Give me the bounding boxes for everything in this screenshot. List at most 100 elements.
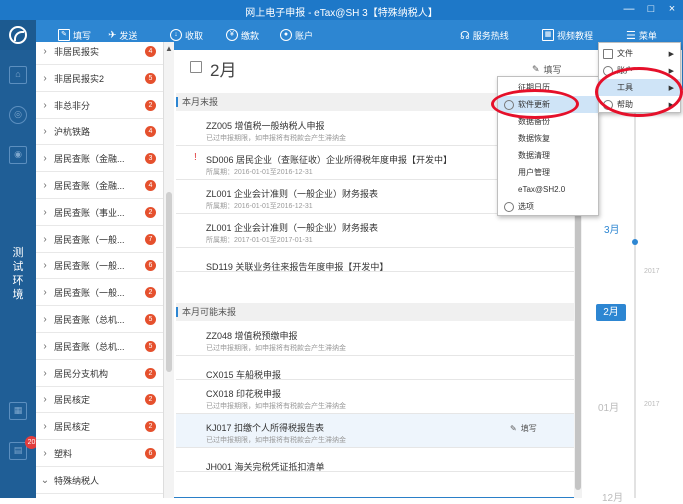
message-icon[interactable]: ▤ <box>9 442 27 460</box>
hamburger-icon: ☰ <box>626 29 636 42</box>
chevron-down-icon: ⌄ <box>40 474 50 486</box>
chevron-right-icon: › <box>43 46 47 57</box>
pay-button[interactable]: ¥ 缴款 <box>226 28 259 42</box>
sidebar-item[interactable]: › 塑料 6 <box>36 441 163 467</box>
maximize-button[interactable]: □ <box>644 3 658 15</box>
timeline-month[interactable]: 01月 <box>598 399 619 414</box>
sidebar-scrollbar[interactable]: ▲ <box>164 42 174 498</box>
declaration-row[interactable]: JH001 海关完税凭证抵扣清单 <box>176 448 574 472</box>
scroll-up-icon[interactable]: ▲ <box>165 44 173 53</box>
hotline-label: 服务热线 <box>472 30 509 41</box>
account-label: 账户 <box>295 30 314 41</box>
declaration-row[interactable]: ZL001 企业会计准则（一般企业）财务报表 所属期：2017-01-01至201… <box>176 214 574 248</box>
declaration-subtitle: 所属期：2017-01-01至2017-01-31 <box>206 237 313 244</box>
chevron-right-icon: › <box>43 340 47 352</box>
sidebar-item[interactable]: › 非居民报实2 5 <box>36 66 163 92</box>
tools-menu-label: 用户管理 <box>518 168 550 177</box>
declaration-title: ZZ005 增值税一般纳税人申报 <box>206 121 325 131</box>
camera-icon[interactable]: ◉ <box>9 146 27 164</box>
chevron-right-icon: › <box>43 233 47 245</box>
timeline-year: 2017 <box>644 401 660 408</box>
timeline-month[interactable]: 12月 <box>602 489 623 504</box>
receive-button[interactable]: ↓ 收取 <box>170 28 203 42</box>
sidebar-item-label: 非居民报实2 <box>54 73 105 84</box>
sidebar-item[interactable]: › 居民查账（总机... 5 <box>36 334 163 360</box>
gear-icon <box>504 201 514 212</box>
sidebar-item[interactable]: › 沪杭铁路 4 <box>36 119 163 146</box>
sidebar-item[interactable]: ⌄ 特殊纳税人 <box>36 468 163 494</box>
declaration-row[interactable]: SD119 关联业务往来报告年度申报【开发中】 <box>176 248 574 272</box>
grid-icon[interactable]: ▦ <box>9 402 27 420</box>
count-badge: 7 <box>145 233 156 245</box>
menu-button[interactable]: ☰ 菜单 <box>626 28 657 42</box>
calendar-icon <box>190 61 202 73</box>
tools-menu-label: 选项 <box>518 202 534 211</box>
sidebar-item-label: 沪杭铁路 <box>54 127 91 138</box>
sidebar-item[interactable]: › 居民查账（总机... 5 <box>36 307 163 333</box>
video-button[interactable]: ▦ 视频教程 <box>542 28 593 42</box>
tools-menu-item[interactable]: 选项 <box>498 198 598 215</box>
header-fill-button[interactable]: ✎ 填写 <box>532 63 562 76</box>
edit-icon: ✎ <box>58 29 70 41</box>
count-badge: 4 <box>145 180 156 191</box>
timeline-line <box>634 110 636 498</box>
tools-menu-label: eTax@SH2.0 <box>518 185 566 194</box>
main-menu-label: 文件 <box>617 49 633 58</box>
sidebar-item[interactable]: › 非总非分 2 <box>36 93 163 119</box>
send-label: 发送 <box>119 30 138 41</box>
sidebar-item-label: 居民查账（金融... <box>54 181 125 191</box>
close-button[interactable]: × <box>665 3 679 15</box>
tools-menu-item[interactable]: 数据清理 <box>498 147 598 164</box>
user-icon: ● <box>280 29 292 41</box>
declaration-row[interactable]: KJ017 扣缴个人所得税报告表 已过申报期限，如申报将有税款会产生滞纳金 ✎ 填写 <box>176 414 574 448</box>
tools-menu-item[interactable]: eTax@SH2.0 <box>498 181 598 198</box>
sidebar-item[interactable]: › 居民查账（金融... 3 <box>36 146 163 173</box>
account-button[interactable]: ● 账户 <box>280 28 313 42</box>
sidebar-item-label: 居民查账（一般... <box>54 288 125 299</box>
compass-icon[interactable]: ◎ <box>9 106 27 124</box>
sidebar-item[interactable]: › 非居民报实 4 <box>36 42 163 65</box>
count-badge: 4 <box>145 126 156 138</box>
count-badge: 2 <box>145 206 156 218</box>
declaration-row[interactable]: CX018 印花税申报 已过申报期限，如申报将有税款会产生滞纳金 <box>176 380 574 414</box>
sidebar-item[interactable]: › 居民核定 2 <box>36 387 163 414</box>
menu-label: 菜单 <box>638 30 657 41</box>
bank-icon[interactable]: ⌂ <box>9 66 27 84</box>
film-icon: ▦ <box>542 29 554 41</box>
sidebar-item[interactable]: › 居民分支机构 2 <box>36 361 163 387</box>
sidebar-item[interactable]: › 居民核定 2 <box>36 414 163 441</box>
sidebar-item[interactable]: › 居民查账（事业... 2 <box>36 200 163 226</box>
download-icon: ↓ <box>170 29 182 41</box>
declaration-row[interactable]: CX015 车船税申报 <box>176 356 574 380</box>
tools-menu-item[interactable]: 用户管理 <box>498 164 598 181</box>
declaration-subtitle: 已过申报期限，如申报将有税款会产生滞纳金 <box>206 345 346 352</box>
sidebar-item-label: 居民查账（事业... <box>54 207 125 218</box>
sidebar-item-label: 居民核定 <box>54 422 91 433</box>
tools-menu-item[interactable]: 数据恢复 <box>498 130 598 147</box>
chevron-right-icon: › <box>43 99 47 111</box>
window-title: 网上电子申报 - eTax@SH 3【特殊纳税人】 <box>245 8 438 19</box>
fill-button[interactable]: ✎ 填写 <box>58 28 91 42</box>
row-fill-button[interactable]: ✎ 填写 <box>510 423 537 434</box>
sidebar-item-label: 居民查账（总机... <box>54 341 125 352</box>
timeline-month[interactable]: 3月 <box>604 221 620 236</box>
logo-icon <box>9 26 27 44</box>
sidebar-item[interactable]: › 居民查账（一般... 7 <box>36 227 163 253</box>
send-button[interactable]: ✈ 发送 <box>108 28 137 42</box>
sidebar-item-label: 居民分支机构 <box>54 368 109 379</box>
sidebar-scroll-thumb[interactable] <box>166 192 172 372</box>
pay-label: 缴款 <box>241 30 260 41</box>
test-env-char: 环 <box>12 275 24 287</box>
title-bar: 网上电子申报 - eTax@SH 3【特殊纳税人】 — □ × <box>0 0 683 20</box>
main-menu-item[interactable]: 文件 ▶ <box>599 45 680 62</box>
count-badge: 6 <box>145 448 156 459</box>
sidebar-item[interactable]: › 居民查账（一般... 2 <box>36 280 163 307</box>
timeline-current-month[interactable]: 2月 <box>596 304 626 321</box>
hotline-button[interactable]: ☊ 服务热线 <box>460 28 509 42</box>
receive-label: 收取 <box>185 30 204 41</box>
minimize-button[interactable]: — <box>622 3 636 15</box>
sidebar-item[interactable]: › 居民查账（金融... 4 <box>36 173 163 199</box>
count-badge: 2 <box>145 421 156 433</box>
sidebar-item[interactable]: › 居民查账（一般... 6 <box>36 253 163 280</box>
declaration-row[interactable]: ZZ048 增值税预缴申报 已过申报期限，如申报将有税款会产生滞纳金 <box>176 322 574 356</box>
